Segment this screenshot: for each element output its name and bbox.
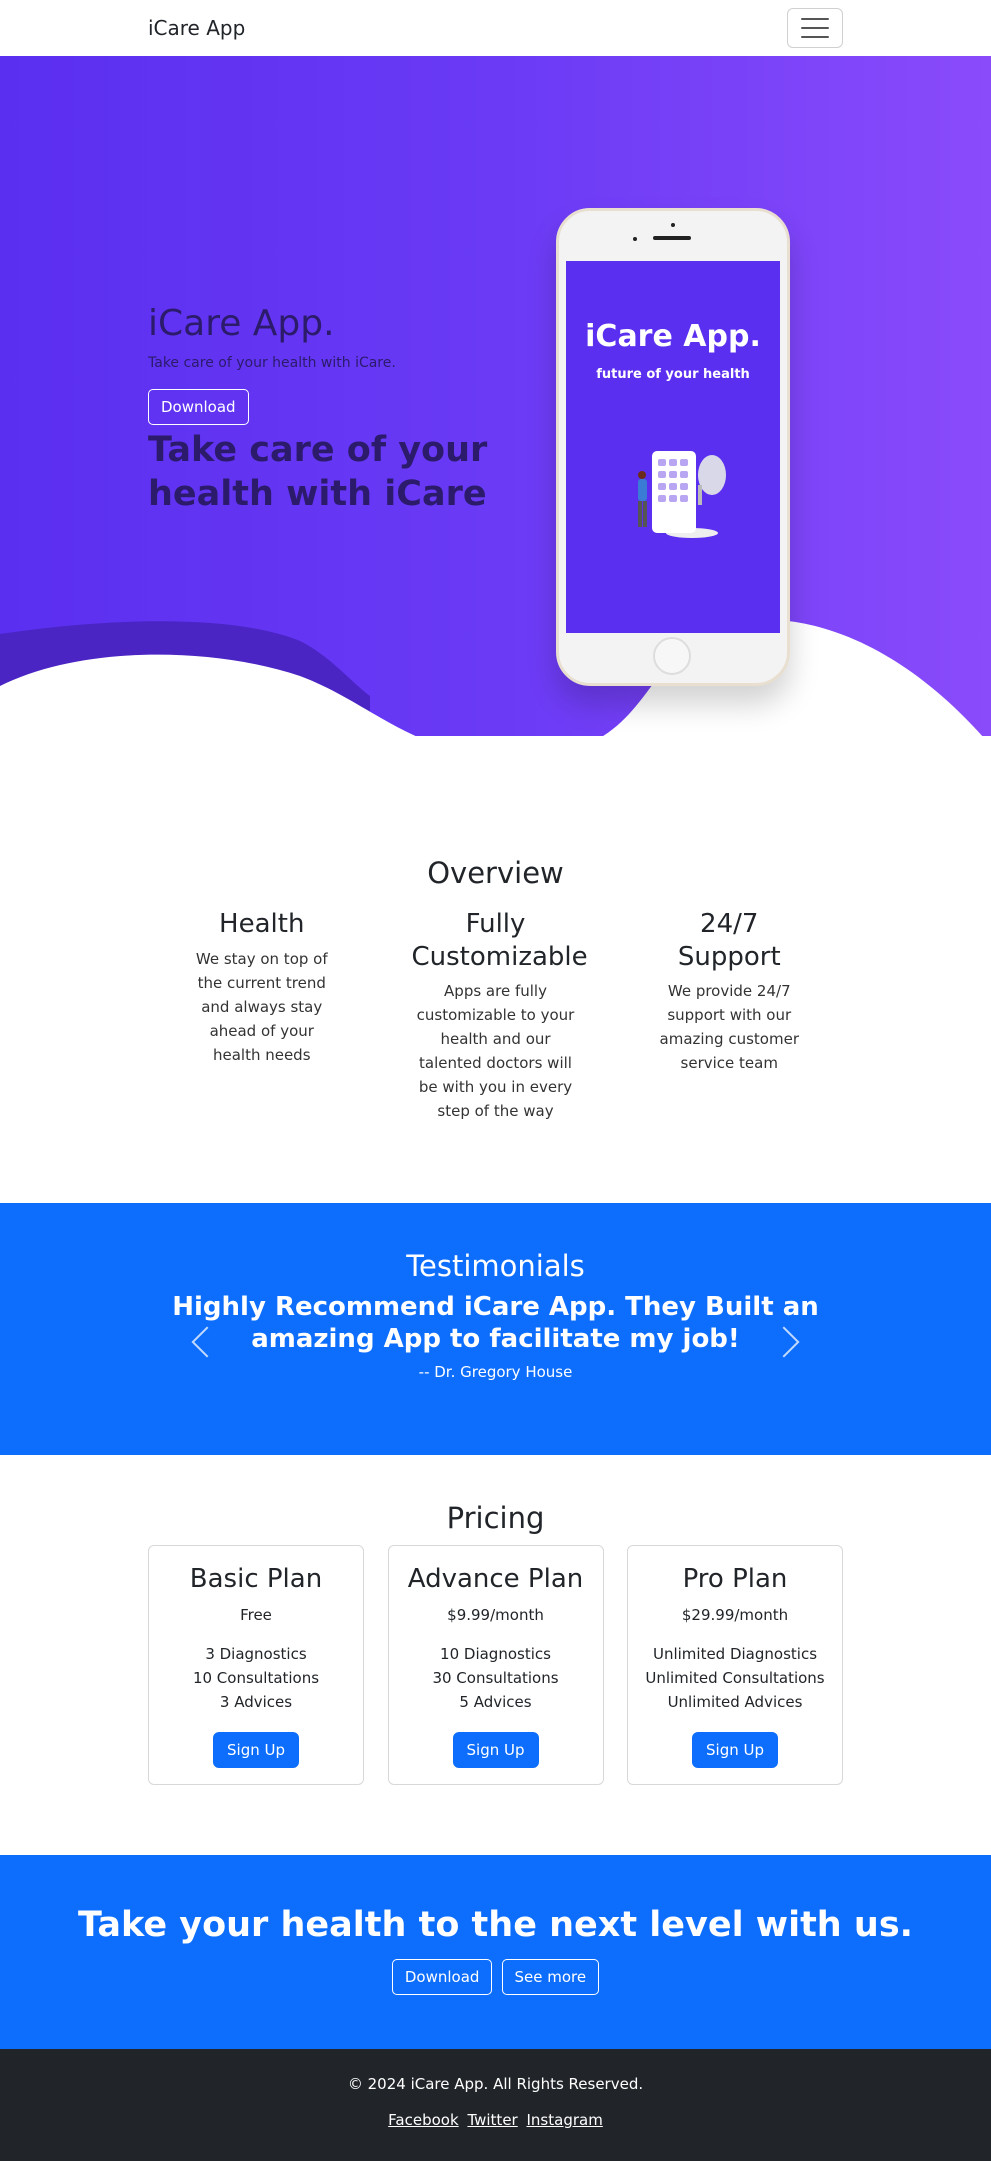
overview-features: Health We stay on top of the current tre… xyxy=(148,908,843,1123)
plan-feature: 10 Diagnostics xyxy=(440,1645,551,1663)
testimonials-title: Testimonials xyxy=(406,1249,585,1283)
menu-toggle-button[interactable] xyxy=(787,8,843,48)
sign-up-button[interactable]: Sign Up xyxy=(213,1732,299,1768)
plan-feature: 3 Advices xyxy=(219,1693,293,1711)
plan-name: Advance Plan xyxy=(407,1564,584,1594)
feature-text: We stay on top of the current trend and … xyxy=(195,949,328,1064)
plan-feature: Unlimited Diagnostics xyxy=(652,1645,818,1663)
health-app-illustration xyxy=(638,451,726,538)
hamburger-icon xyxy=(801,18,829,38)
pricing-section: Pricing Basic Plan Free 3 Diagnostics 10… xyxy=(0,1455,991,1855)
feature-text: We provide 24/7 support with our amazing… xyxy=(659,982,799,1072)
plan-features: 10 Diagnostics 30 Consultations 5 Advice… xyxy=(389,1642,603,1714)
cta-download-button[interactable]: Download xyxy=(391,1959,493,1995)
pricing-cards: Basic Plan Free 3 Diagnostics 10 Consult… xyxy=(148,1545,843,1785)
plan-features: 3 Diagnostics 10 Consultations 3 Advices xyxy=(149,1642,363,1714)
overview-title: Overview xyxy=(427,856,564,890)
footer: © 2024 iCare App. All Rights Reserved. F… xyxy=(0,2049,991,2161)
testimonial-author: -- Dr. Gregory House xyxy=(418,1363,573,1381)
facebook-link[interactable]: Facebook xyxy=(388,2111,458,2129)
feature-title: Health xyxy=(219,909,305,939)
plan-name: Pro Plan xyxy=(682,1564,788,1594)
plan-feature: 3 Diagnostics xyxy=(205,1645,307,1663)
feature-support: 24/7 Support We provide 24/7 support wit… xyxy=(616,908,844,1123)
hero-title: iCare App. xyxy=(148,303,335,344)
pricing-card-basic: Basic Plan Free 3 Diagnostics 10 Consult… xyxy=(148,1545,364,1785)
feature-title: Fully Customizable xyxy=(411,909,588,972)
cta-section: Take your health to the next level with … xyxy=(0,1855,991,2049)
hero-section: iCare App. Take care of your health with… xyxy=(0,56,991,736)
hero-download-button[interactable]: Download xyxy=(148,389,249,426)
plan-price: Free xyxy=(240,1606,272,1624)
hero-text: iCare App. Take care of your health with… xyxy=(148,302,488,517)
navbar: iCare App xyxy=(0,0,991,56)
cta-title: Take your health to the next level with … xyxy=(78,1905,913,1945)
phone-speaker xyxy=(653,236,691,240)
sign-up-button[interactable]: Sign Up xyxy=(692,1732,778,1768)
cta-buttons: Download See more xyxy=(0,1959,991,1995)
testimonials-section: Testimonials Highly Recommend iCare App.… xyxy=(0,1203,991,1455)
cta-see-more-button[interactable]: See more xyxy=(501,1959,600,1995)
phone-screen-title: iCare App. xyxy=(585,319,761,354)
hero-subtitle: Take care of your health with iCare. xyxy=(148,355,396,372)
phone-sensor xyxy=(671,223,675,227)
social-links: Facebook Twitter Instagram xyxy=(0,2111,991,2129)
hero-tagline: Take care of your health with iCare xyxy=(148,430,488,514)
phone-screen: iCare App. future of your health xyxy=(566,261,780,633)
feature-health: Health We stay on top of the current tre… xyxy=(148,908,376,1123)
plan-price: $29.99/month xyxy=(681,1606,789,1624)
plan-feature: 10 Consultations xyxy=(192,1669,320,1687)
testimonial-quote: Highly Recommend iCare App. They Built a… xyxy=(172,1292,819,1354)
sign-up-button[interactable]: Sign Up xyxy=(452,1732,539,1768)
plan-price: $9.99/month xyxy=(447,1606,544,1624)
instagram-link[interactable]: Instagram xyxy=(527,2111,603,2129)
phone-home-button xyxy=(653,637,691,675)
phone-camera xyxy=(633,237,637,241)
brand-link[interactable]: iCare App xyxy=(148,16,245,40)
pricing-card-advance: Advance Plan $9.99/month 10 Diagnostics … xyxy=(387,1545,604,1785)
plan-feature: 5 Advices xyxy=(459,1693,532,1711)
plan-features: Unlimited Diagnostics Unlimited Consulta… xyxy=(628,1642,842,1714)
plan-feature: Unlimited Advices xyxy=(667,1693,803,1711)
plan-feature: Unlimited Consultations xyxy=(645,1669,825,1687)
phone-mockup: iCare App. future of your health xyxy=(556,208,790,686)
feature-title: 24/7 Support xyxy=(677,909,781,972)
phone-screen-subtitle: future of your health xyxy=(596,367,750,382)
pricing-card-pro: Pro Plan $29.99/month Unlimited Diagnost… xyxy=(627,1545,843,1785)
plan-feature: 30 Consultations xyxy=(432,1669,559,1687)
plan-name: Basic Plan xyxy=(189,1564,323,1594)
overview-section: Overview Health We stay on top of the cu… xyxy=(0,736,991,1203)
feature-text: Apps are fully customizable to your heal… xyxy=(416,982,575,1120)
feature-customizable: Fully Customizable Apps are fully custom… xyxy=(376,908,616,1123)
copyright-text: © 2024 iCare App. All Rights Reserved. xyxy=(347,2075,644,2093)
twitter-link[interactable]: Twitter xyxy=(467,2111,517,2129)
pricing-title: Pricing xyxy=(446,1501,545,1535)
